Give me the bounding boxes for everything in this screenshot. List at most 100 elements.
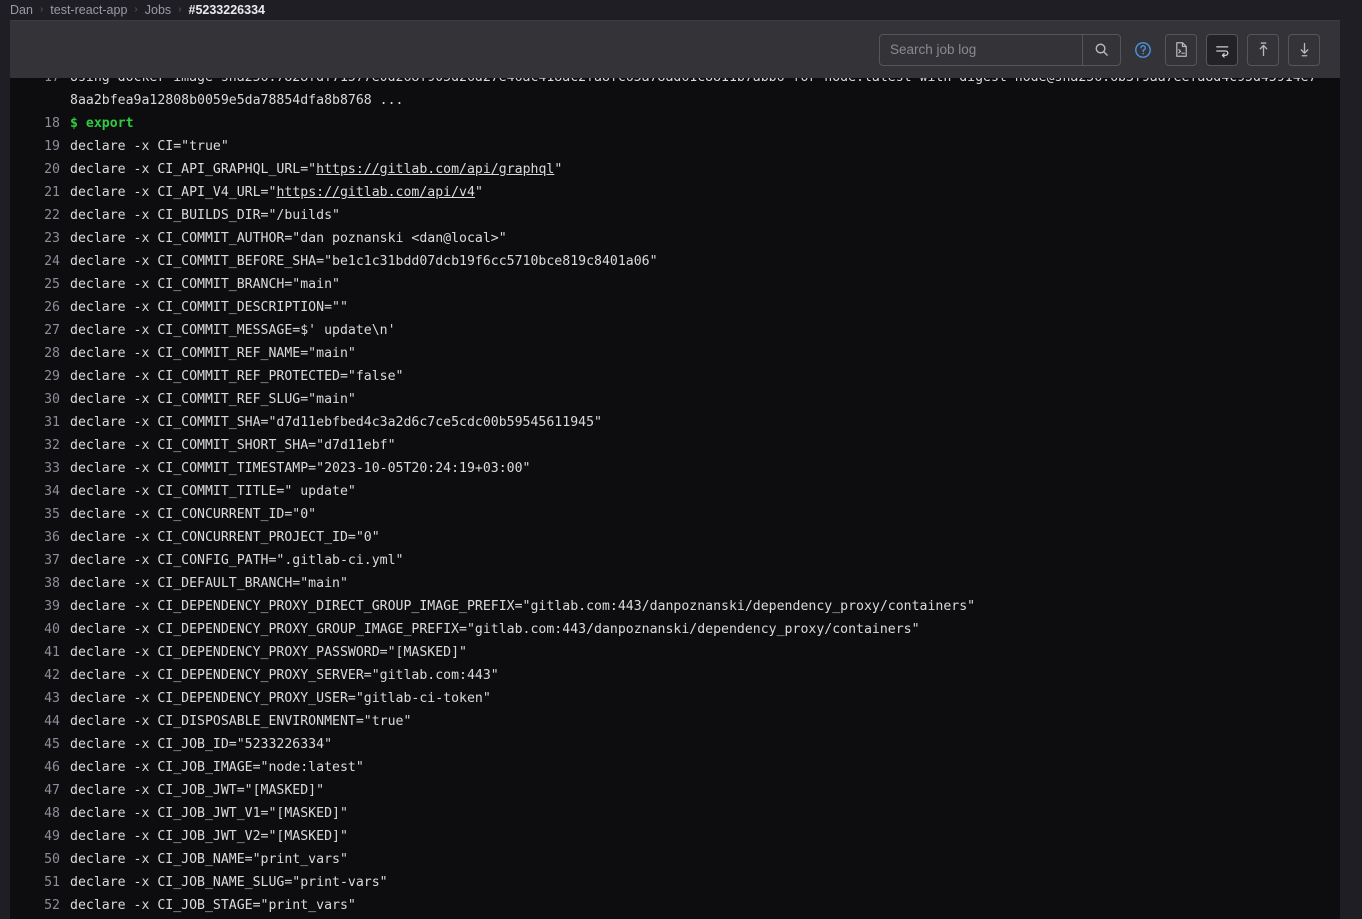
log-line: 42 declare -x CI_DEPENDENCY_PROXY_SERVER=… (10, 664, 1340, 687)
log-line-number[interactable]: 36 (10, 526, 70, 549)
arrow-up-icon (1255, 41, 1272, 58)
log-line: 23 declare -x CI_COMMIT_AUTHOR="dan pozna… (10, 227, 1340, 250)
log-line: 18 $ export (10, 112, 1340, 135)
log-line-text: declare -x CI_COMMIT_REF_SLUG="main" (70, 392, 356, 407)
log-line-text: declare -x CI_COMMIT_BEFORE_SHA="be1c1c3… (70, 254, 658, 269)
log-line: 35 declare -x CI_CONCURRENT_ID="0" (10, 503, 1340, 526)
log-line-text: declare -x CI_JOB_JWT_V1="[MASKED]" (70, 806, 348, 821)
log-line-number[interactable]: 21 (10, 181, 70, 204)
log-line-number[interactable]: 26 (10, 296, 70, 319)
log-line: 49 declare -x CI_JOB_JWT_V2="[MASKED]" (10, 825, 1340, 848)
log-line-number[interactable]: 49 (10, 825, 70, 848)
search-submit-button[interactable] (1082, 34, 1120, 65)
log-line-number[interactable]: 30 (10, 388, 70, 411)
line-wrap-icon (1214, 41, 1231, 58)
breadcrumb-item-jobs[interactable]: Jobs (145, 0, 171, 20)
log-line-number[interactable]: 23 (10, 227, 70, 250)
breadcrumb-item-group[interactable]: Dan (10, 0, 33, 20)
log-line-number[interactable]: 45 (10, 733, 70, 756)
log-line-number[interactable]: 50 (10, 848, 70, 871)
log-link[interactable]: https://gitlab.com/api/v4 (276, 185, 475, 200)
scroll-to-bottom-button[interactable] (1288, 33, 1320, 66)
log-line: 52 declare -x CI_JOB_STAGE="print_vars" (10, 894, 1340, 917)
log-line-text: declare -x CI_JOB_IMAGE="node:latest" (70, 760, 364, 775)
log-line-number[interactable]: 47 (10, 779, 70, 802)
log-line-text: declare -x CI_JOB_ID="5233226334" (70, 737, 333, 752)
log-line: 17Using docker image sha256:7828fdf71577… (10, 78, 1340, 89)
log-line-number[interactable]: 32 (10, 434, 70, 457)
log-line-number[interactable]: 17 (10, 78, 70, 89)
log-line: 40 declare -x CI_DEPENDENCY_PROXY_GROUP_I… (10, 618, 1340, 641)
log-line-number[interactable]: 48 (10, 802, 70, 825)
right-rail (1340, 20, 1362, 919)
log-line-text: declare -x CI_COMMIT_DESCRIPTION="" (70, 300, 348, 315)
job-log-page: Dan › test-react-app › Jobs › #523322633… (0, 0, 1362, 919)
log-line: 48 declare -x CI_JOB_JWT_V1="[MASKED]" (10, 802, 1340, 825)
log-line-text: declare -x CI_DEPENDENCY_PROXY_PASSWORD=… (70, 645, 467, 660)
log-line-text: declare -x CI_CONFIG_PATH=".gitlab-ci.ym… (70, 553, 404, 568)
log-line-text: declare -x CI="true" (70, 139, 229, 154)
search-input[interactable] (880, 34, 1082, 65)
log-line: 27 declare -x CI_COMMIT_MESSAGE=$' update… (10, 319, 1340, 342)
log-line-text: declare -x CI_CONCURRENT_PROJECT_ID="0" (70, 530, 380, 545)
log-line-number[interactable]: 22 (10, 204, 70, 227)
log-line-number[interactable]: 31 (10, 411, 70, 434)
log-line-number[interactable]: 52 (10, 894, 70, 917)
log-line-number[interactable]: 19 (10, 135, 70, 158)
log-line-number[interactable]: 51 (10, 871, 70, 894)
log-line-text: declare -x CI_COMMIT_AUTHOR="dan poznans… (70, 231, 507, 246)
log-line: 37 declare -x CI_CONFIG_PATH=".gitlab-ci.… (10, 549, 1340, 572)
breadcrumb-item-job-id: #5233226334 (188, 3, 265, 17)
log-line-number[interactable]: 39 (10, 595, 70, 618)
log-line-number[interactable]: 38 (10, 572, 70, 595)
show-raw-log-button[interactable] (1165, 33, 1197, 66)
log-line-number[interactable]: 41 (10, 641, 70, 664)
log-line: 21 declare -x CI_API_V4_URL="https://gitl… (10, 181, 1340, 204)
search-job-log[interactable] (879, 33, 1121, 66)
log-line: 46 declare -x CI_JOB_IMAGE="node:latest" (10, 756, 1340, 779)
log-line-number[interactable]: 29 (10, 365, 70, 388)
log-line-number[interactable]: 34 (10, 480, 70, 503)
toggle-line-wrap-button[interactable] (1206, 33, 1238, 66)
log-line: 24 declare -x CI_COMMIT_BEFORE_SHA="be1c1… (10, 250, 1340, 273)
log-line: 36 declare -x CI_CONCURRENT_PROJECT_ID="0… (10, 526, 1340, 549)
log-line: 34 declare -x CI_COMMIT_TITLE=" update" (10, 480, 1340, 503)
log-line-number[interactable]: 18 (10, 112, 70, 135)
help-button[interactable] (1130, 34, 1156, 66)
log-line: 33 declare -x CI_COMMIT_TIMESTAMP="2023-1… (10, 457, 1340, 480)
log-line-text: declare -x CI_DISPOSABLE_ENVIRONMENT="tr… (70, 714, 412, 729)
log-line-number[interactable]: 43 (10, 687, 70, 710)
log-line: 38 declare -x CI_DEFAULT_BRANCH="main" (10, 572, 1340, 595)
log-line-number[interactable]: 27 (10, 319, 70, 342)
log-line-number[interactable]: 20 (10, 158, 70, 181)
log-line-text: declare -x CI_COMMIT_REF_PROTECTED="fals… (70, 369, 404, 384)
log-line: 44 declare -x CI_DISPOSABLE_ENVIRONMENT="… (10, 710, 1340, 733)
log-line-text: declare -x CI_DEFAULT_BRANCH="main" (70, 576, 348, 591)
log-line-number[interactable]: 37 (10, 549, 70, 572)
file-terminal-icon (1173, 41, 1190, 58)
left-rail (0, 20, 10, 919)
scroll-to-top-button[interactable] (1247, 33, 1279, 66)
log-line-number[interactable]: 28 (10, 342, 70, 365)
log-line: 31 declare -x CI_COMMIT_SHA="d7d11ebfbed4… (10, 411, 1340, 434)
log-line-number[interactable]: 42 (10, 664, 70, 687)
log-line: 20 declare -x CI_API_GRAPHQL_URL="https:/… (10, 158, 1340, 181)
log-line-text: declare -x CI_JOB_JWT_V2="[MASKED]" (70, 829, 348, 844)
log-line-number[interactable]: 40 (10, 618, 70, 641)
log-line-text: declare -x CI_API_GRAPHQL_URL="https://g… (70, 162, 563, 177)
log-line-number[interactable]: 24 (10, 250, 70, 273)
log-line: 29 declare -x CI_COMMIT_REF_PROTECTED="fa… (10, 365, 1340, 388)
log-line-text: declare -x CI_DEPENDENCY_PROXY_DIRECT_GR… (70, 599, 976, 614)
log-line: 22 declare -x CI_BUILDS_DIR="/builds" (10, 204, 1340, 227)
log-line-number[interactable]: 46 (10, 756, 70, 779)
job-log-output[interactable]: 17Using docker image sha256:7828fdf71577… (10, 78, 1340, 919)
log-line-number[interactable]: 35 (10, 503, 70, 526)
breadcrumb-item-project[interactable]: test-react-app (50, 0, 127, 20)
log-line-number[interactable]: 33 (10, 457, 70, 480)
log-link[interactable]: https://gitlab.com/api/graphql (316, 162, 554, 177)
log-line-number[interactable]: 25 (10, 273, 70, 296)
log-line-text: declare -x CI_COMMIT_REF_NAME="main" (70, 346, 356, 361)
breadcrumb-separator-icon: › (39, 4, 44, 15)
log-line-number[interactable]: 44 (10, 710, 70, 733)
log-line: 50 declare -x CI_JOB_NAME="print_vars" (10, 848, 1340, 871)
